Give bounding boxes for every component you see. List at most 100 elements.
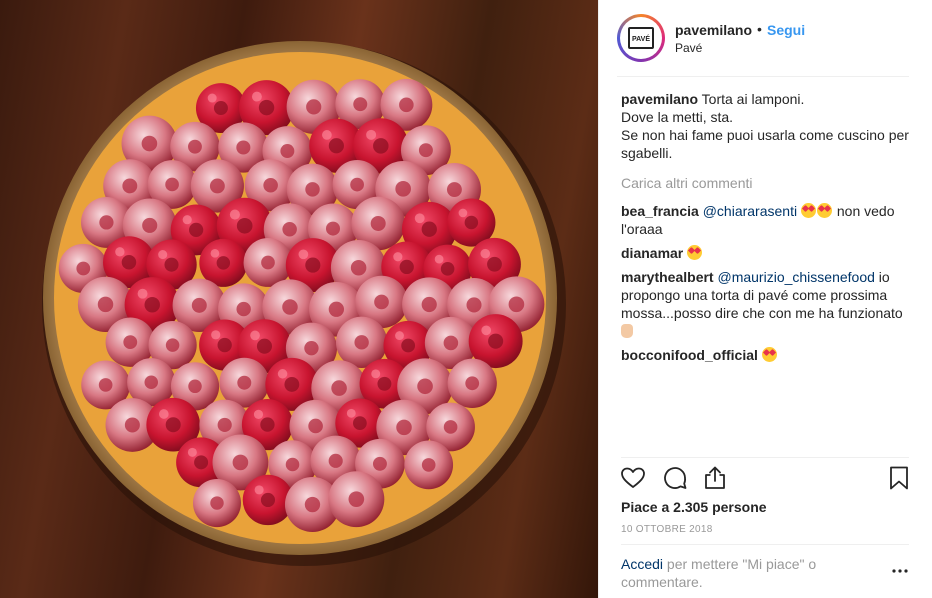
raspberry-shine: [434, 254, 444, 264]
raspberry-shine: [371, 369, 381, 379]
raspberry-hollow: [443, 335, 459, 351]
comment-icon[interactable]: [661, 464, 689, 492]
raspberry-hollow: [263, 178, 278, 193]
load-more-comments-button[interactable]: Carica altri commenti: [621, 174, 913, 192]
raspberry-hollow: [144, 375, 158, 390]
raspberry-shine: [298, 249, 309, 260]
raspberry-shine: [187, 447, 197, 457]
raspberry-hollow: [282, 299, 298, 315]
raspberry-hollow: [237, 375, 252, 390]
comment-username[interactable]: dianamar: [621, 245, 683, 261]
separator-dot: •: [757, 21, 762, 37]
raspberry-hollow: [377, 376, 392, 391]
raspberry-shine: [211, 330, 221, 340]
raspberry-hollow: [353, 416, 367, 430]
raspberry-hollow: [374, 294, 389, 310]
raspberry-hollow: [308, 418, 323, 434]
raspberry-shine: [115, 247, 125, 257]
raspberry-hollow: [236, 217, 253, 234]
raspberry-hollow: [165, 417, 181, 433]
raspberry-hollow: [372, 456, 387, 471]
raspberry-hollow: [418, 143, 433, 158]
location-link[interactable]: Pavé: [675, 41, 702, 55]
raspberry-hollow: [165, 338, 180, 352]
comment-item: bocconifood_official: [621, 346, 913, 364]
raspberry-hollow: [399, 97, 414, 113]
login-prompt: Accedi per mettere "Mi piace" o commenta…: [621, 555, 851, 591]
raspberry-hollow: [142, 217, 158, 233]
raspberry-hollow: [350, 259, 367, 276]
raspberry-hollow: [188, 139, 202, 154]
raspberry-shine: [481, 325, 492, 336]
raspberry-shine: [158, 409, 169, 419]
raspberry-hollow: [194, 455, 209, 470]
raspberry-hollow: [466, 297, 482, 313]
raspberry-shine: [366, 129, 377, 140]
raspberry-shine: [251, 91, 262, 102]
caption: pavemilano Torta ai lamponi. Dove la met…: [621, 90, 913, 162]
raspberry-hollow: [399, 259, 414, 275]
raspberry-hollow: [213, 101, 228, 116]
more-dots-icon[interactable]: [890, 561, 910, 581]
share-icon[interactable]: [701, 464, 729, 492]
login-link[interactable]: Accedi: [621, 556, 663, 572]
raspberry-hollow: [465, 376, 480, 391]
avatar-image: PAVÉ: [620, 17, 662, 59]
heart-icon[interactable]: [619, 464, 647, 492]
raspberry-hollow: [189, 222, 204, 238]
raspberry-hollow: [440, 262, 455, 276]
raspberry-hollow: [488, 333, 504, 349]
post-date[interactable]: 10 OTTOBRE 2018: [621, 524, 713, 535]
bookmark-icon[interactable]: [885, 464, 913, 492]
comment-username[interactable]: marythealbert: [621, 269, 714, 285]
heart-eyes-icon: [800, 203, 816, 218]
comments-list: pavemilano Torta ai lamponi. Dove la met…: [621, 90, 913, 370]
follow-button[interactable]: Segui: [767, 22, 805, 38]
raspberry-hollow: [216, 256, 231, 270]
heart-eyes-icon: [761, 347, 777, 362]
raspberry-shine: [277, 369, 288, 379]
raspberry-hollow: [396, 419, 412, 436]
raspberry-hollow: [304, 496, 321, 513]
raspberry-hollow: [285, 457, 300, 472]
raspberry-hollow: [260, 492, 276, 508]
header-username[interactable]: pavemilano: [675, 22, 752, 38]
raspberry-hollow: [76, 261, 91, 276]
raspberry-hollow: [164, 257, 179, 272]
raspberry-hollow: [443, 420, 458, 434]
raspberry-shine: [207, 93, 217, 103]
raspberry-shine: [137, 288, 148, 299]
raspberry-hollow: [395, 181, 411, 197]
raspberry-hollow: [328, 138, 344, 154]
post-photo[interactable]: [0, 0, 598, 598]
raspberry-hollow: [487, 256, 502, 272]
post-header: PAVÉ pavemilano • Segui Pavé: [599, 0, 932, 76]
heart-eyes-icon: [816, 203, 832, 218]
raspberry-hollow: [122, 178, 138, 194]
actions-divider: [621, 457, 909, 458]
comment-username[interactable]: bocconifood_official: [621, 347, 758, 363]
raspberry-hollow: [258, 99, 275, 116]
raspberry-hollow: [261, 255, 275, 270]
comment-item: dianamar: [621, 244, 913, 262]
raspberry-hollow: [370, 215, 386, 231]
raspberry-shine: [480, 248, 491, 259]
comment-mention[interactable]: @chiararasenti: [703, 203, 797, 219]
raspberry-shine: [395, 331, 404, 341]
raspberry-hollow: [98, 378, 113, 392]
comment-item: bea_francia @chiararasenti non vedo l'or…: [621, 202, 913, 238]
raspberry-shine: [253, 409, 264, 419]
raspberry-hollow: [217, 337, 232, 353]
comment-mention[interactable]: @maurizio_chissenefood: [717, 269, 874, 285]
avatar[interactable]: PAVÉ: [617, 14, 665, 62]
likes-count[interactable]: Piace a 2.305 persone: [621, 499, 767, 515]
comment-username[interactable]: bea_francia: [621, 203, 699, 219]
raspberry-shine: [458, 208, 468, 218]
raspberry-hollow: [165, 177, 179, 192]
footer-divider: [621, 544, 909, 545]
raspberry-hollow: [353, 97, 368, 112]
action-bar: [619, 464, 919, 492]
raspberry-hollow: [417, 378, 433, 395]
heart-eyes-icon: [687, 245, 703, 260]
caption-username[interactable]: pavemilano: [621, 91, 698, 107]
